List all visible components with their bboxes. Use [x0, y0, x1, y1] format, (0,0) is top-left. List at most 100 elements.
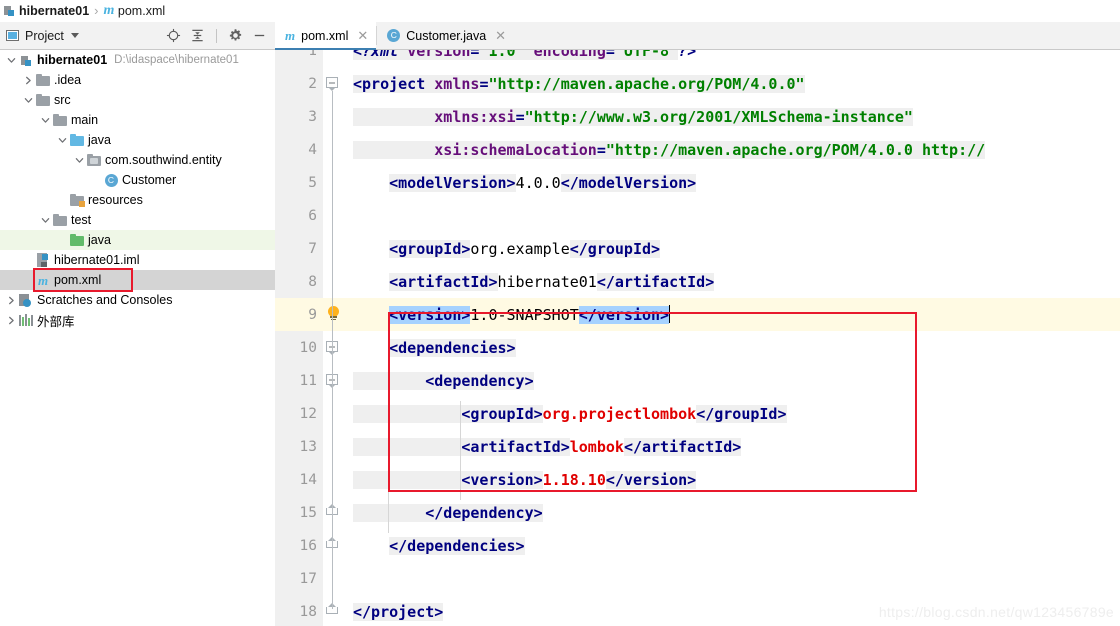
fold-region-line	[332, 388, 333, 510]
project-tree[interactable]: hibernate01 D:\idaspace\hibernate01 .idea s…	[0, 50, 275, 626]
code-line-8[interactable]: 8 <artifactId>hibernate01</artifactId>	[275, 265, 1120, 298]
tree-row-scratches-and-consoles[interactable]: Scratches and Consoles	[0, 290, 275, 310]
code-line-12[interactable]: 12 <groupId>org.projectlombok</groupId>	[275, 397, 1120, 430]
text-caret	[669, 305, 671, 323]
breadcrumb-project-label: hibernate01	[19, 3, 90, 18]
collapse-all-icon[interactable]	[190, 28, 205, 43]
external-libraries-icon	[19, 314, 33, 326]
line-number: 11	[299, 372, 317, 389]
line-number: 12	[299, 405, 317, 422]
tree-row-customer[interactable]: C Customer	[0, 170, 275, 190]
code-line-text: <artifactId>lombok</artifactId>	[353, 437, 742, 456]
folder-grey-icon	[36, 74, 50, 86]
scratches-icon	[19, 293, 33, 307]
intention-bulb-icon[interactable]	[327, 306, 341, 322]
tree-row-icon	[35, 250, 51, 270]
chevron-down-icon[interactable]	[38, 110, 52, 130]
code-line-17[interactable]: 17	[275, 562, 1120, 595]
code-line-10[interactable]: 10 <dependencies>	[275, 331, 1120, 364]
code-line-16[interactable]: 16 </dependencies>	[275, 529, 1120, 562]
code-line-text: xsi:schemaLocation="http://maven.apache.…	[353, 140, 986, 159]
tab-customer-java[interactable]: C Customer.java ✕	[377, 22, 514, 49]
minimize-icon[interactable]	[252, 28, 267, 43]
tree-row-hibernate01[interactable]: hibernate01 D:\idaspace\hibernate01	[0, 50, 275, 70]
line-number: 3	[308, 108, 317, 125]
tree-row-java[interactable]: java	[0, 230, 275, 250]
tree-row-label: resources	[88, 193, 143, 207]
chevron-down-icon[interactable]	[55, 130, 69, 150]
breadcrumb-project[interactable]: hibernate01	[4, 4, 89, 18]
project-panel-toolbar	[166, 28, 269, 43]
code-content[interactable]: 1 <?xml version="1.0" encoding="UTF-8"?> 2…	[275, 50, 1120, 626]
close-icon[interactable]: ✕	[357, 29, 368, 42]
folder-resources-icon	[70, 194, 85, 207]
code-line-13[interactable]: 13 <artifactId>lombok</artifactId>	[275, 430, 1120, 463]
chevron-down-icon[interactable]	[70, 33, 79, 38]
code-line-14[interactable]: 14 <version>1.18.10</version>	[275, 463, 1120, 496]
indent-guide	[388, 368, 389, 533]
breadcrumb-file-label: pom.xml	[117, 3, 166, 18]
watermark: https://blog.csdn.net/qw123456789e	[878, 604, 1114, 620]
gear-icon[interactable]	[228, 28, 243, 43]
tree-row-[interactable]: 外部库	[0, 310, 275, 330]
code-editor[interactable]: 1 <?xml version="1.0" encoding="UTF-8"?> 2…	[275, 50, 1120, 626]
line-number: 1	[308, 50, 317, 59]
java-class-icon: C	[387, 29, 401, 42]
tree-row-java[interactable]: java	[0, 130, 275, 150]
chevron-down-icon[interactable]	[21, 90, 35, 110]
tree-row-icon	[18, 50, 34, 70]
tree-row-src[interactable]: src	[0, 90, 275, 110]
tree-row-com-southwind-entity[interactable]: com.southwind.entity	[0, 150, 275, 170]
code-line-11[interactable]: 11 <dependency>	[275, 364, 1120, 397]
line-number: 4	[308, 141, 317, 158]
fold-start-icon[interactable]	[326, 77, 339, 91]
iml-file-icon	[36, 253, 50, 267]
tree-row-idea[interactable]: .idea	[0, 70, 275, 90]
tree-row-label: hibernate01	[37, 53, 108, 67]
module-icon	[4, 5, 15, 16]
code-line-15[interactable]: 15 </dependency>	[275, 496, 1120, 529]
tree-row-test[interactable]: test	[0, 210, 275, 230]
chevron-down-icon[interactable]	[72, 150, 86, 170]
breadcrumb-file[interactable]: m pom.xml	[104, 3, 166, 18]
line-number: 16	[299, 537, 317, 554]
tree-row-hibernate01-iml[interactable]: hibernate01.iml	[0, 250, 275, 270]
idea-window: hibernate01 › m pom.xml Project hibernat…	[0, 0, 1120, 626]
code-line-3[interactable]: 3 xmlns:xsi="http://www.w3.org/2001/XMLS…	[275, 100, 1120, 133]
line-number: 13	[299, 438, 317, 455]
tree-row-icon	[18, 290, 34, 310]
close-icon[interactable]: ✕	[495, 29, 506, 42]
tree-row-main[interactable]: main	[0, 110, 275, 130]
line-number: 2	[308, 75, 317, 92]
tree-row-label: pom.xml	[54, 273, 102, 287]
editor-tab-bar[interactable]: m pom.xml ✕ C Customer.java ✕	[275, 22, 1120, 50]
line-number: 10	[299, 339, 317, 356]
line-number: 15	[299, 504, 317, 521]
maven-icon: m	[285, 28, 296, 43]
chevron-down-icon[interactable]	[38, 210, 52, 230]
tree-row-pom-xml[interactable]: m pom.xml	[0, 270, 275, 290]
code-line-5[interactable]: 5 <modelVersion>4.0.0</modelVersion>	[275, 166, 1120, 199]
chevron-right-icon[interactable]	[4, 310, 18, 330]
code-line-4[interactable]: 4 xsi:schemaLocation="http://maven.apach…	[275, 133, 1120, 166]
code-line-text: <groupId>org.projectlombok</groupId>	[353, 404, 787, 423]
locate-icon[interactable]	[166, 28, 181, 43]
code-line-1[interactable]: 1 <?xml version="1.0" encoding="UTF-8"?>	[275, 50, 1120, 67]
code-line-text: <project xmlns="http://maven.apache.org/…	[353, 74, 805, 93]
tab-pom-xml[interactable]: m pom.xml ✕	[275, 22, 377, 50]
tree-row-label: Customer	[122, 173, 177, 187]
chevron-down-icon[interactable]	[4, 50, 18, 70]
tree-row-resources[interactable]: resources	[0, 190, 275, 210]
project-panel-title-group[interactable]: Project	[6, 29, 166, 43]
tree-row-icon	[52, 110, 68, 130]
chevron-right-icon[interactable]	[21, 70, 35, 90]
code-line-9[interactable]: 9 <version>1.0-SNAPSHOT</version>	[275, 298, 1120, 331]
tree-row-icon	[52, 210, 68, 230]
code-line-2[interactable]: 2 <project xmlns="http://maven.apache.org…	[275, 67, 1120, 100]
chevron-right-icon[interactable]	[4, 290, 18, 310]
code-line-6[interactable]: 6	[275, 199, 1120, 232]
code-line-7[interactable]: 7 <groupId>org.example</groupId>	[275, 232, 1120, 265]
code-line-text: <modelVersion>4.0.0</modelVersion>	[389, 173, 697, 192]
code-line-text: <groupId>org.example</groupId>	[389, 239, 661, 258]
